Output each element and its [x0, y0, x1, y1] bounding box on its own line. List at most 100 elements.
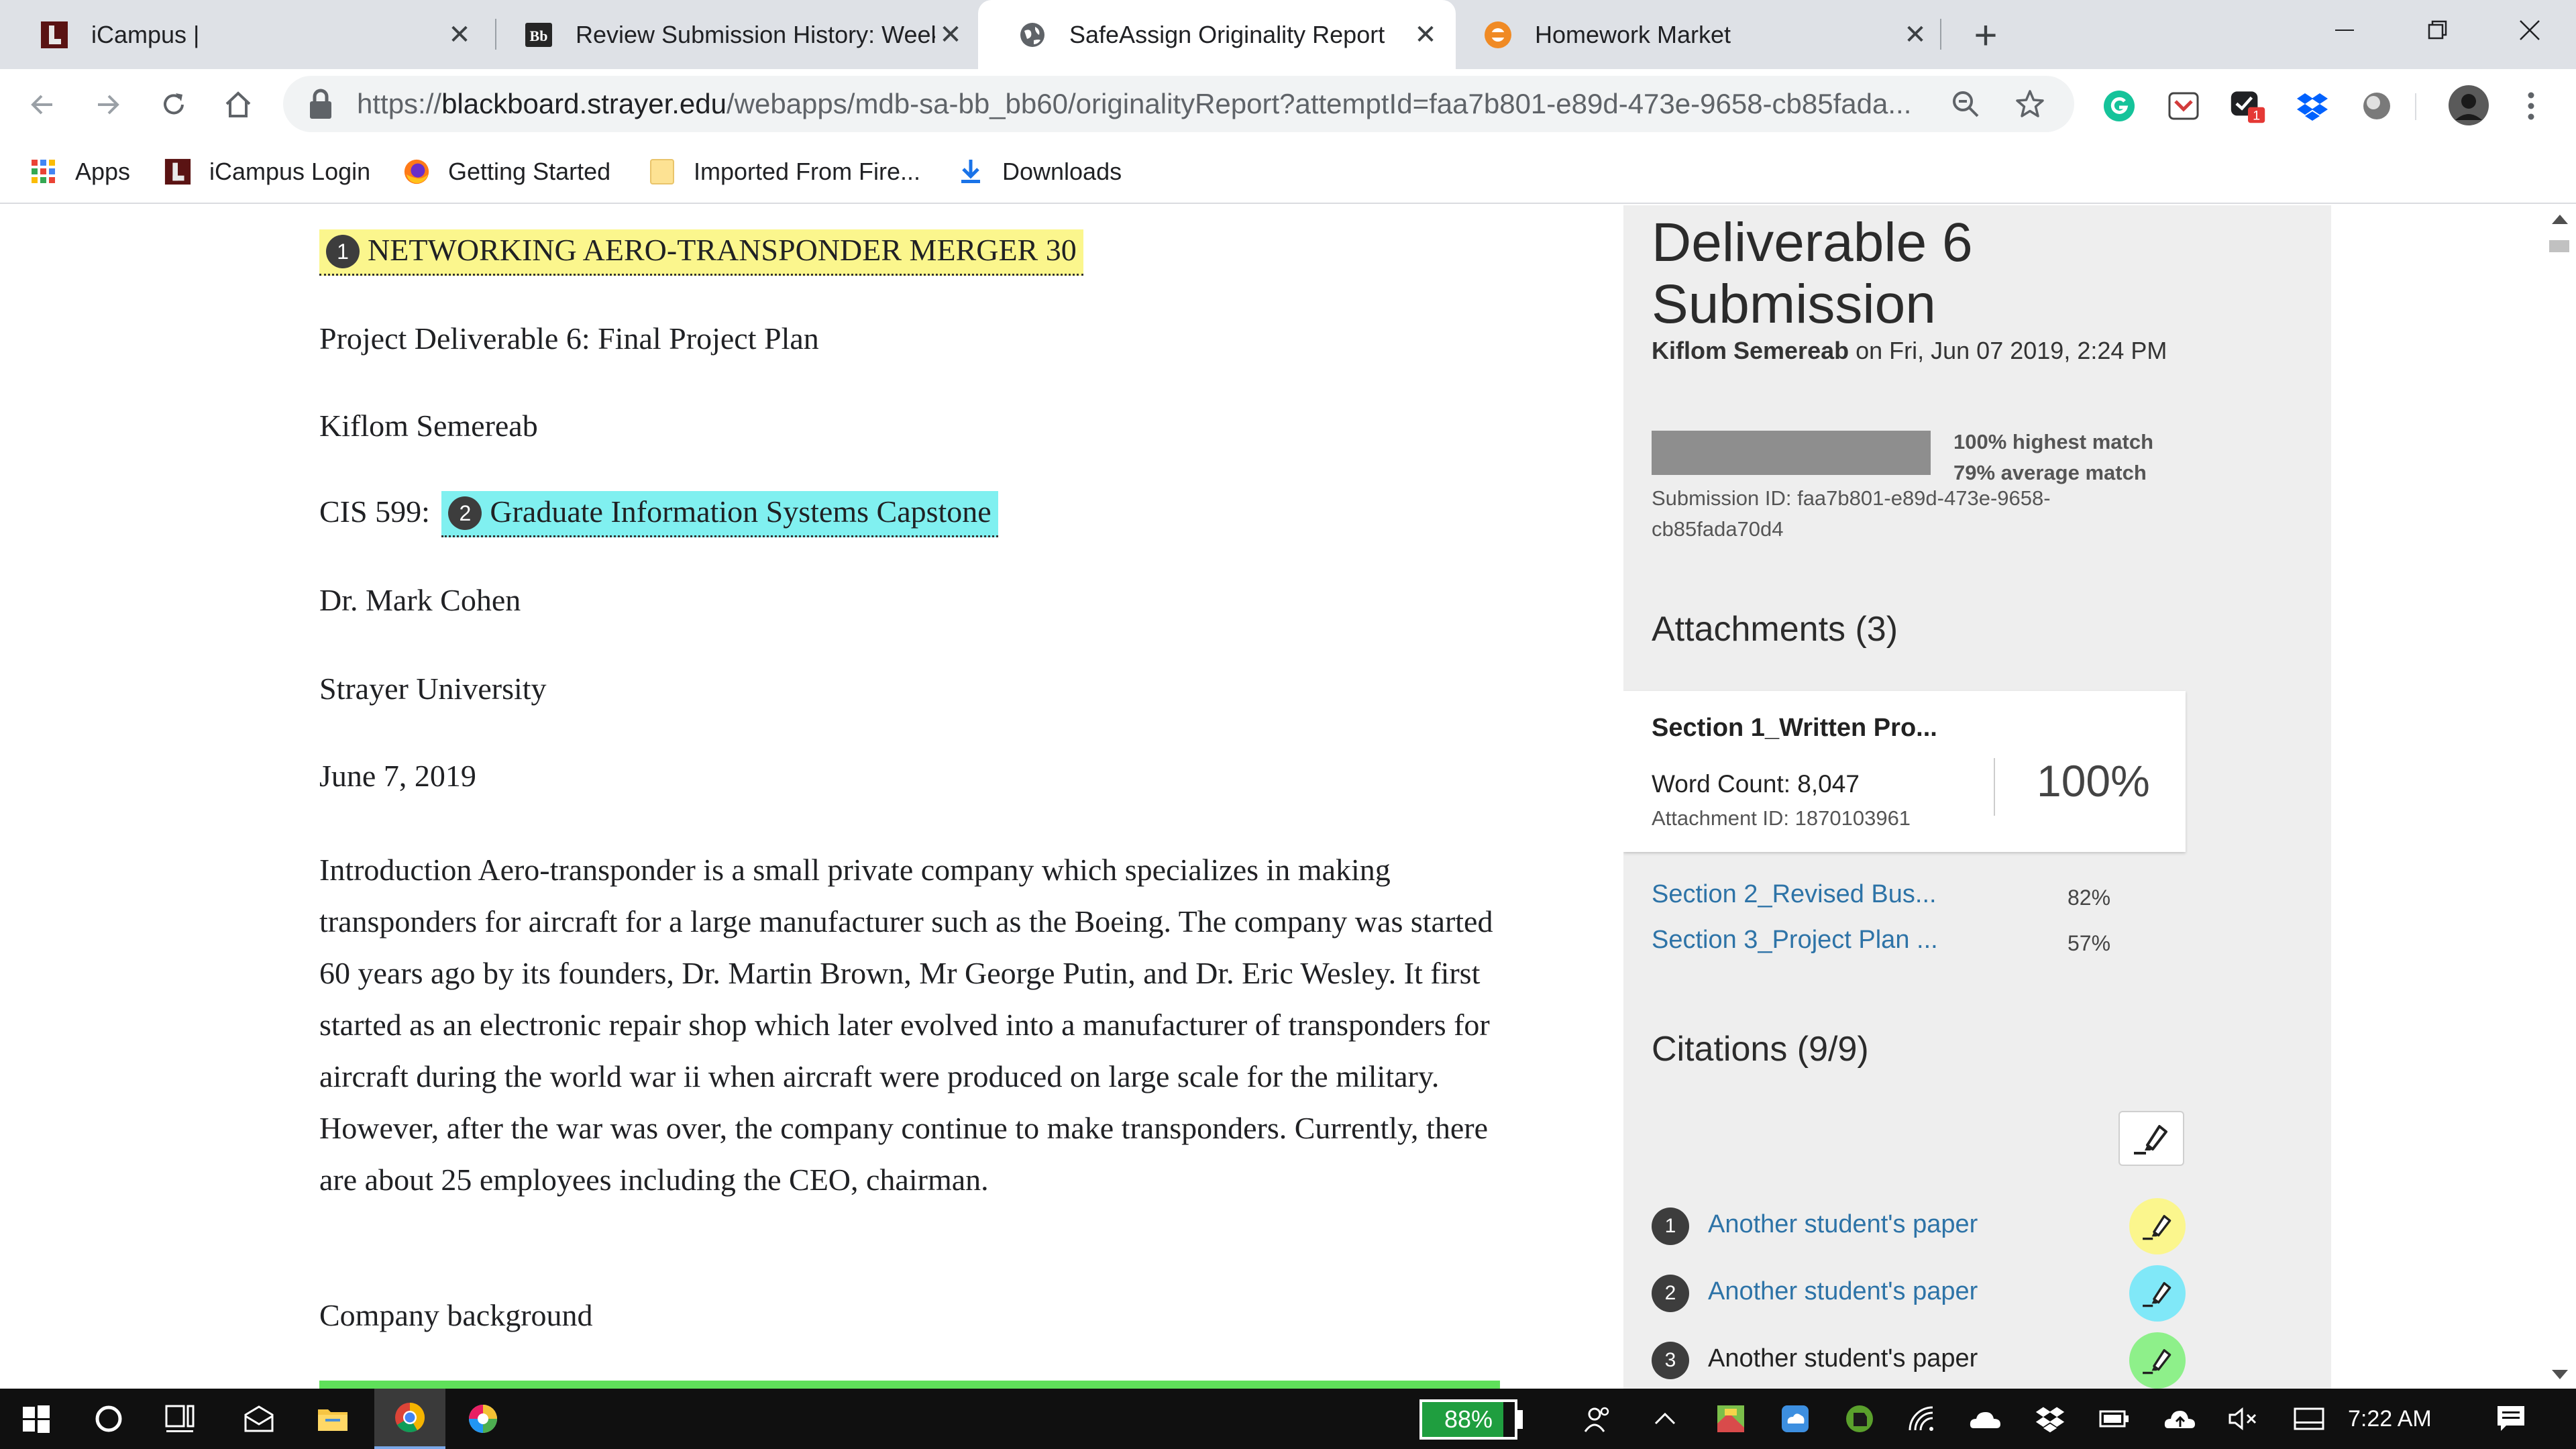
extension-badge: 1: [2253, 109, 2260, 123]
close-window-button[interactable]: [2493, 7, 2567, 54]
document-author: Kiflom Semereab: [319, 409, 538, 443]
tab-safeassign-report[interactable]: SafeAssign Originality Report ✕: [978, 0, 1456, 69]
attachment-card-selected[interactable]: Section 1_Written Pro... Word Count: 8,0…: [1623, 691, 2186, 852]
citation-row[interactable]: 1 Another student's paper: [1652, 1198, 2188, 1256]
citation-number-badge: 2: [1652, 1275, 1689, 1312]
attachment-row[interactable]: Section 3_Project Plan ... 57%: [1652, 922, 2182, 962]
dropbox-tray-button[interactable]: [2029, 1389, 2072, 1449]
ghost-extension-icon[interactable]: [2359, 88, 2395, 124]
pocket-extension-icon[interactable]: [2165, 88, 2202, 124]
close-icon[interactable]: ✕: [1410, 19, 1441, 50]
citation-number-badge: 2: [448, 496, 482, 531]
citation-highlight-button[interactable]: [2129, 1198, 2186, 1254]
input-indicator-button[interactable]: [2288, 1389, 2330, 1449]
tab-title: iCampus |: [91, 20, 200, 48]
start-button[interactable]: [12, 1389, 60, 1449]
wifi-button[interactable]: [1900, 1389, 1943, 1449]
bookmark-apps[interactable]: Apps: [30, 153, 130, 191]
show-hidden-icons-button[interactable]: [1645, 1389, 1685, 1449]
back-button[interactable]: [20, 83, 64, 127]
mail-app-button[interactable]: [235, 1389, 283, 1449]
attachment-link[interactable]: Section 2_Revised Bus...: [1652, 880, 1937, 909]
scroll-up-arrow-icon[interactable]: [2552, 215, 2568, 224]
grammarly-extension-icon[interactable]: [2101, 88, 2137, 124]
windows-logo-icon: [23, 1405, 50, 1433]
bookmark-getting-started[interactable]: Getting Started: [402, 153, 610, 191]
citation-row[interactable]: 2 Another student's paper: [1652, 1265, 2188, 1323]
bookmark-downloads[interactable]: Downloads: [957, 153, 1122, 191]
file-explorer-button[interactable]: [309, 1389, 357, 1449]
report-title-line: Submission: [1652, 274, 1936, 335]
attachment-name: Section 1_Written Pro...: [1652, 714, 1937, 742]
tray-app-icon[interactable]: [1838, 1389, 1881, 1449]
onedrive-button[interactable]: [1964, 1389, 2007, 1449]
bookmark-star-icon[interactable]: [2010, 84, 2050, 124]
attachment-row[interactable]: Section 2_Revised Bus... 82%: [1652, 876, 2182, 916]
reload-button[interactable]: [152, 83, 196, 127]
match-highlight-2[interactable]: 2 Graduate Information Systems Capstone: [441, 491, 998, 538]
scroll-thumb[interactable]: [2549, 240, 2569, 252]
submission-date: on Fri, Jun 07 2019, 2:24 PM: [1849, 337, 2167, 364]
bookmark-icampus-login[interactable]: iCampus Login: [164, 153, 370, 191]
volume-muted-icon: [2229, 1407, 2257, 1431]
highlight-toggle-button[interactable]: [2118, 1111, 2184, 1166]
scroll-down-arrow-icon[interactable]: [2552, 1370, 2568, 1379]
match-highlight-3[interactable]: [319, 1381, 1500, 1389]
battery-indicator[interactable]: 88%: [1419, 1399, 1517, 1440]
bookmark-imported-from-firefox[interactable]: Imported From Fire...: [648, 153, 920, 191]
task-view-button[interactable]: [157, 1389, 205, 1449]
attachment-word-count: Word Count: 8,047: [1652, 770, 1860, 798]
document-instructor: Dr. Mark Cohen: [319, 583, 521, 617]
page-scrollbar[interactable]: [2542, 205, 2576, 1389]
minimize-button[interactable]: [2308, 7, 2381, 54]
address-bar[interactable]: https://blackboard.strayer.edu/webapps/m…: [283, 76, 2074, 132]
highlighter-icon: [2134, 1125, 2167, 1155]
close-icon[interactable]: ✕: [935, 19, 966, 50]
dropbox-extension-icon[interactable]: [2294, 88, 2330, 124]
search-button[interactable]: [85, 1389, 133, 1449]
tab-title: SafeAssign Originality Report: [1069, 20, 1385, 48]
close-icon[interactable]: ✕: [1900, 19, 1931, 50]
action-center-button[interactable]: [2487, 1389, 2534, 1449]
forward-arrow-icon: [98, 95, 119, 115]
close-icon: [2520, 20, 2540, 40]
match-highlight-1[interactable]: 1 NETWORKING AERO-TRANSPONDER MERGER 30: [319, 229, 1083, 276]
homework-market-icon: [1483, 19, 1513, 50]
tray-app-icon[interactable]: [1709, 1389, 1752, 1449]
originality-report-panel: Deliverable 6 Submission Kiflom Semereab…: [1623, 205, 2331, 1389]
zoom-icon[interactable]: [1945, 84, 1986, 124]
paint-app-button[interactable]: [458, 1389, 508, 1449]
power-status-button[interactable]: [2093, 1389, 2136, 1449]
citation-link[interactable]: Another student's paper: [1708, 1277, 1978, 1306]
new-tab-button[interactable]: +: [1966, 13, 2006, 58]
chrome-taskbar-button[interactable]: [374, 1389, 445, 1449]
mail-extension-icon[interactable]: 1: [2230, 88, 2266, 124]
firefox-icon: [402, 158, 431, 186]
citation-row[interactable]: 3 Another student's paper: [1652, 1332, 2188, 1389]
forward-button[interactable]: [86, 83, 130, 127]
menu-kebab-icon[interactable]: [2513, 88, 2549, 124]
home-button[interactable]: [216, 83, 260, 127]
tab-review-submission[interactable]: Bb Review Submission History: Week ✕: [484, 0, 981, 69]
cloud-app-icon: [1782, 1405, 1809, 1432]
tab-title: Review Submission History: Week: [576, 20, 935, 48]
close-icon[interactable]: ✕: [444, 19, 475, 50]
tab-icampus[interactable]: iCampus | ✕: [0, 0, 490, 69]
citations-heading: Citations (9/9): [1652, 1030, 1869, 1069]
citation-link[interactable]: Another student's paper: [1708, 1210, 1978, 1239]
home-icon: [225, 91, 251, 117]
attachment-link[interactable]: Section 3_Project Plan ...: [1652, 926, 1938, 955]
submission-byline: Kiflom Semereab on Fri, Jun 07 2019, 2:2…: [1652, 333, 2188, 369]
citation-highlight-button[interactable]: [2129, 1332, 2186, 1389]
section-heading: Company background: [319, 1298, 593, 1332]
taskbar-clock[interactable]: 7:22 AM: [2348, 1389, 2432, 1449]
cloud-upload-button[interactable]: [2159, 1389, 2202, 1449]
avatar[interactable]: [2447, 84, 2490, 127]
tray-app-icon[interactable]: [1774, 1389, 1817, 1449]
tab-homework-market[interactable]: Homework Market ✕: [1456, 0, 1945, 69]
restore-button[interactable]: [2400, 7, 2474, 54]
card-divider: [1994, 758, 1995, 816]
volume-button[interactable]: [2222, 1389, 2265, 1449]
citation-highlight-button[interactable]: [2129, 1265, 2186, 1322]
people-button[interactable]: [1576, 1389, 1619, 1449]
